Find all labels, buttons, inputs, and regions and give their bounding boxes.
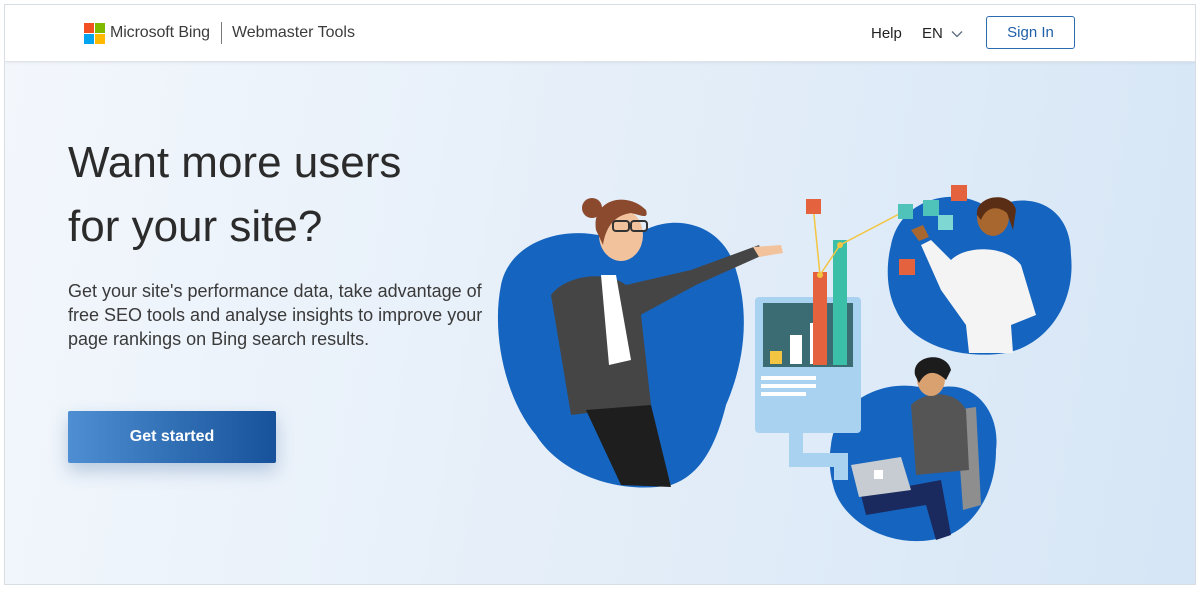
- worker-body: [911, 394, 969, 475]
- chevron-down-icon: [951, 30, 963, 37]
- product-name: Webmaster Tools: [231, 24, 355, 41]
- get-started-button[interactable]: Get started: [68, 411, 276, 463]
- hero-title-line-2: for your site?: [68, 202, 323, 251]
- brand-name: Microsoft Bing: [110, 24, 210, 41]
- mini-bar-1: [770, 351, 782, 364]
- microsoft-logo-icon: [84, 22, 105, 44]
- square-red-3: [899, 259, 915, 275]
- language-selector[interactable]: EN: [922, 25, 963, 42]
- presenter-bun: [582, 198, 602, 218]
- square-teal-3: [938, 215, 953, 230]
- square-teal-1: [898, 204, 913, 219]
- mini-bar-2: [790, 335, 802, 364]
- laptop-logo-icon: [874, 470, 883, 479]
- square-teal-2: [923, 200, 939, 216]
- page-frame: Microsoft Bing Webmaster Tools Help EN S…: [4, 4, 1196, 585]
- brand-divider: [220, 22, 222, 44]
- top-navigation-bar: Microsoft Bing Webmaster Tools Help EN S…: [5, 5, 1195, 62]
- panel-line-2: [761, 384, 816, 388]
- hero-title: Want more users for your site?: [68, 131, 488, 259]
- hero-title-line-1: Want more users: [68, 138, 402, 187]
- brand[interactable]: Microsoft Bing Webmaster Tools: [84, 22, 355, 44]
- tall-bar-red: [813, 272, 827, 365]
- square-red-1: [806, 199, 821, 214]
- hero-description: Get your site's performance data, take a…: [68, 281, 483, 349]
- language-label: EN: [922, 25, 943, 42]
- square-red-2: [951, 185, 967, 201]
- hero-illustration: [497, 185, 1072, 542]
- panel-line-1: [761, 376, 816, 380]
- tall-bar-teal: [833, 240, 847, 365]
- sign-in-button[interactable]: Sign In: [986, 16, 1075, 49]
- help-link[interactable]: Help: [871, 25, 902, 42]
- panel-line-3: [761, 392, 806, 396]
